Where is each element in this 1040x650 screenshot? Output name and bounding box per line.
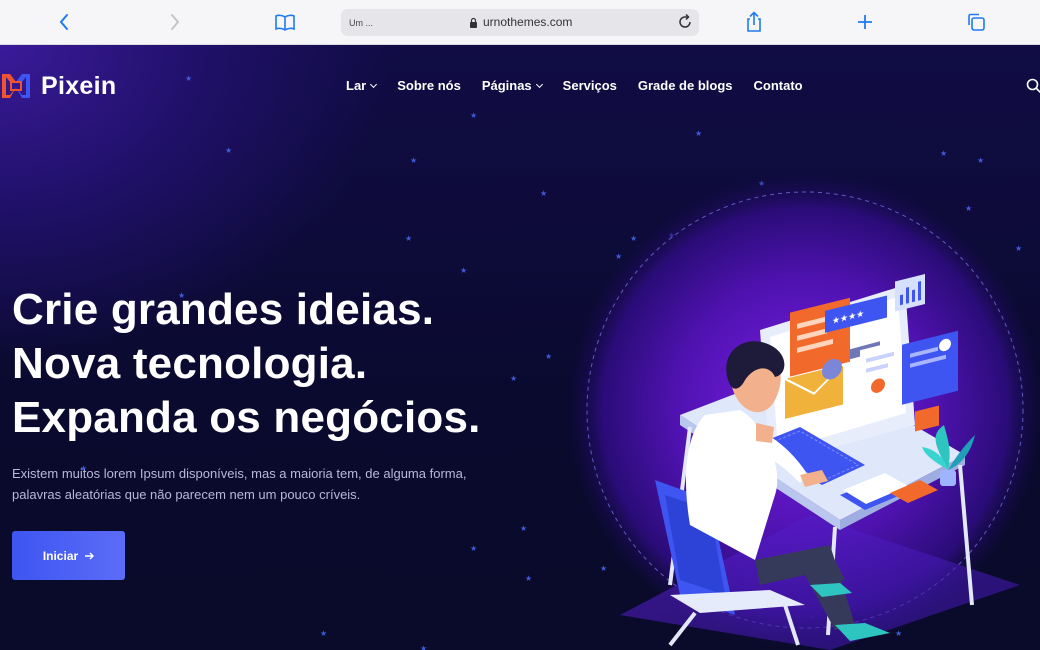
star-decoration: ★ xyxy=(410,156,418,165)
search-icon xyxy=(1026,78,1040,94)
nav-label: Lar xyxy=(346,78,367,93)
star-decoration: ★ xyxy=(405,234,413,243)
star-decoration: ★ xyxy=(540,189,548,198)
nav-item-contato[interactable]: Contato xyxy=(754,78,803,93)
forward-button[interactable] xyxy=(160,8,190,36)
star-decoration: ★ xyxy=(695,129,703,138)
star-decoration: ★ xyxy=(510,374,518,383)
hero-title-line: Nova tecnologia. xyxy=(12,339,368,388)
reload-button[interactable] xyxy=(677,13,693,36)
share-button[interactable] xyxy=(739,8,769,36)
new-tab-button[interactable] xyxy=(850,8,880,36)
url-text: urnothemes.com xyxy=(469,15,572,29)
developer-illustration: ★★★★ xyxy=(567,172,1040,650)
address-bar[interactable]: Um ... urnothemes.com xyxy=(341,9,699,36)
tab-title: Um ... xyxy=(349,18,373,28)
browser-toolbar: Um ... urnothemes.com xyxy=(0,0,1040,45)
search-button[interactable] xyxy=(1026,78,1040,99)
chevron-left-icon xyxy=(59,14,68,30)
brand-name: Pixein xyxy=(41,71,117,100)
main-nav: Lar Sobre nós Páginas Serviços Grade de … xyxy=(346,78,803,93)
hero-title-line: Crie grandes ideias. xyxy=(12,285,435,334)
star-decoration: ★ xyxy=(940,149,948,158)
hero-title: Crie grandes ideias. Nova tecnologia. Ex… xyxy=(12,283,481,445)
arrow-right-icon xyxy=(85,552,95,559)
cta-label: Iniciar xyxy=(42,548,79,563)
pixein-logo-icon xyxy=(2,74,30,98)
nav-item-sobre-nos[interactable]: Sobre nós xyxy=(397,78,461,93)
nav-item-paginas[interactable]: Páginas xyxy=(481,78,543,93)
tabs-overview-button[interactable] xyxy=(961,8,991,36)
nav-label: Páginas xyxy=(481,78,532,93)
web-page: ★★★★★★★★★★★★★★★★★★★★★★★★★★★★★★★★★★★★★ Pi… xyxy=(0,45,1040,650)
chevron-down-icon xyxy=(535,80,543,88)
star-decoration: ★ xyxy=(185,74,193,83)
star-decoration: ★ xyxy=(977,156,985,165)
url-label: urnothemes.com xyxy=(483,15,573,29)
chevron-right-icon xyxy=(171,14,180,30)
nav-label: Contato xyxy=(753,78,803,93)
star-decoration: ★ xyxy=(525,574,533,583)
bookmarks-button[interactable] xyxy=(270,8,300,36)
nav-label: Sobre nós xyxy=(397,78,461,93)
star-decoration: ★ xyxy=(225,146,233,155)
plus-icon xyxy=(858,15,872,29)
book-icon xyxy=(275,14,295,31)
star-decoration: ★ xyxy=(520,524,528,533)
chevron-down-icon xyxy=(370,80,378,88)
logo[interactable]: Pixein xyxy=(0,71,116,101)
hero-title-line: Expanda os negócios. xyxy=(12,393,481,442)
star-decoration: ★ xyxy=(320,629,328,638)
star-decoration: ★ xyxy=(470,544,478,553)
share-icon xyxy=(747,11,761,32)
get-started-button[interactable]: Iniciar xyxy=(12,531,125,580)
lock-icon xyxy=(470,17,477,28)
hero-subtitle: Existem muitos lorem Ipsum disponíveis, … xyxy=(12,466,467,502)
nav-label: Grade de blogs xyxy=(637,78,733,93)
nav-item-grade-de-blogs[interactable]: Grade de blogs xyxy=(638,78,733,93)
star-decoration: ★ xyxy=(470,111,478,120)
nav-item-lar[interactable]: Lar xyxy=(346,78,378,93)
star-decoration: ★ xyxy=(420,644,428,650)
star-decoration: ★ xyxy=(460,266,468,275)
reload-icon xyxy=(679,13,691,28)
nav-label: Serviços xyxy=(562,78,617,93)
nav-item-servicos[interactable]: Serviços xyxy=(563,78,617,93)
back-button[interactable] xyxy=(49,8,79,36)
star-decoration: ★ xyxy=(545,352,553,361)
tabs-icon xyxy=(968,13,985,31)
